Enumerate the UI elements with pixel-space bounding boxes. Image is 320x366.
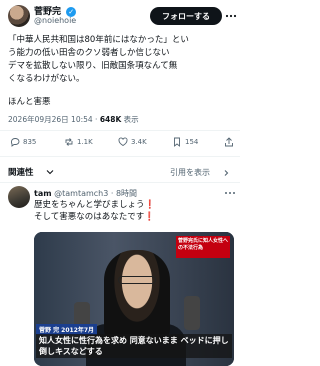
glasses [118, 276, 156, 284]
divider [0, 182, 240, 183]
post-text-line: くなるわけがない。 [8, 74, 85, 84]
related-filter[interactable]: 関連性 [8, 166, 34, 178]
reply-media-image[interactable]: 菅野完氏に知人女性への不法行為 菅野 完 2012年7月 知人女性に性行為を求め… [34, 232, 234, 366]
bookmark-button[interactable]: 154 [172, 137, 198, 147]
action-bar: 835 1.1K 3.4K 154 [0, 133, 240, 153]
reply-count: 835 [23, 138, 37, 146]
share-icon[interactable] [224, 137, 234, 147]
repost-icon [65, 138, 73, 146]
bookmark-icon [174, 137, 180, 147]
follow-button[interactable]: フォローする [150, 7, 222, 25]
post-text: 「中華人民共和国は80年前にはなかった」とい う能力の低い田舎のクソ弱者しか信じ… [8, 34, 234, 86]
microphone [184, 296, 200, 330]
divider [0, 130, 240, 131]
author-avatar[interactable] [8, 5, 30, 27]
author-handle[interactable]: @noiehoie [34, 16, 76, 25]
post-meta: 2026年09月26日 10:54 · 648K 表示 [8, 114, 139, 125]
like-count: 3.4K [131, 138, 147, 146]
heart-icon [118, 137, 128, 147]
like-button[interactable]: 3.4K [118, 137, 147, 147]
caption-text: 知人女性に性行為を求め 同意ないまま ベッドに押し倒しキスなどする [36, 334, 232, 358]
verified-badge-icon: ✓ [66, 6, 77, 17]
views-label: 表示 [121, 115, 139, 124]
view-quotes-link[interactable]: 引用を表示 [170, 167, 210, 178]
reply-text-line: 歴史をちゃんと学びましょう❗ [34, 200, 156, 210]
post-text-line: 「中華人民共和国は80年前にはなかった」とい [8, 35, 189, 45]
reply-handle-time[interactable]: @tamtamch3 · 8時間 [54, 189, 137, 198]
reply-author-name[interactable]: tam [34, 189, 52, 198]
reply-text: 歴史をちゃんと学びましょう❗ そして害悪なのはあなたです❗ [34, 199, 155, 223]
person-face [104, 250, 170, 340]
chevron-down-icon[interactable] [46, 169, 54, 175]
post-text-line: デマを拡散しない限り、旧敵国条項なんて無 [8, 61, 178, 71]
chevron-right-icon[interactable] [222, 170, 230, 176]
reply-more-icon[interactable] [224, 190, 236, 196]
reply-button[interactable]: 835 [10, 137, 36, 147]
post-text-line: う能力の低い田舎のクソ弱者しか信じない [8, 48, 170, 58]
reply-icon [10, 138, 20, 147]
reply-header: tam @tamtamch3 · 8時間 [34, 188, 137, 199]
post-timestamp[interactable]: 2026年09月26日 10:54 · [8, 115, 100, 124]
divider [0, 156, 240, 157]
repost-button[interactable]: 1.1K [64, 137, 93, 147]
news-badge: 菅野完氏に知人女性への不法行為 [176, 236, 230, 258]
views-count: 648K [99, 115, 122, 124]
bookmark-count: 154 [185, 138, 199, 146]
reply-author-avatar[interactable] [8, 186, 30, 208]
post-header: 菅野完 ✓ @noiehoie フォローする [0, 0, 240, 34]
reply-text-line: そして害悪なのはあなたです❗ [34, 212, 155, 222]
more-options-icon[interactable] [225, 11, 237, 21]
repost-count: 1.1K [77, 138, 93, 146]
post-text-extra: ほんと害悪 [8, 97, 51, 107]
